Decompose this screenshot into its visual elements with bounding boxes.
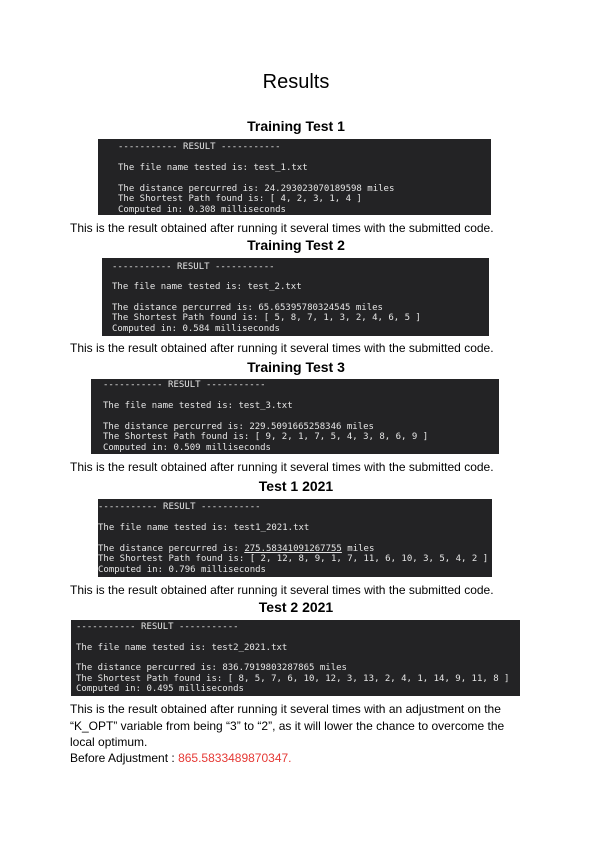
terminal-file-line: The file name tested is: test1_2021.txt (98, 523, 310, 533)
distance-value: 65.65395780324545 (258, 303, 351, 313)
terminal-distance-line: The distance percurred is: 275.583410912… (98, 544, 374, 554)
caption-line: This is the result obtained after runnin… (70, 702, 501, 716)
before-adjustment-label: Before Adjustment : (70, 751, 179, 765)
section-caption-5: This is the result obtained after runnin… (70, 701, 530, 751)
terminal-path-line: The Shortest Path found is: [ 2, 12, 8, … (98, 554, 489, 564)
before-adjustment-value: 865.5833489870347. (178, 751, 292, 765)
terminal-distance-line: The distance percurred is: 229.509166525… (103, 422, 374, 432)
terminal-output-4: ----------- RESULT ----------- The file … (98, 499, 492, 577)
distance-value: 275.58341091267755 (244, 544, 342, 554)
distance-unit: miles (341, 422, 374, 432)
terminal-header: ----------- RESULT ----------- (103, 380, 266, 390)
distance-label: The distance percurred is: (98, 544, 245, 554)
distance-label: The distance percurred is: (103, 422, 250, 432)
section-heading-test-1-2021: Test 1 2021 (258, 478, 334, 494)
terminal-path-line: The Shortest Path found is: [ 9, 2, 1, 7… (103, 432, 429, 442)
distance-unit: miles (361, 184, 395, 194)
terminal-output-1: ----------- RESULT ----------- The file … (98, 139, 491, 215)
page-title: Results (262, 71, 330, 93)
terminal-distance-line: The distance percurred is: 24.2930230701… (118, 184, 394, 194)
caption-line: local optimum. (70, 735, 148, 749)
terminal-time-line: Computed in: 0.308 milliseconds (118, 205, 286, 215)
terminal-file-line: The file name tested is: test_3.txt (103, 401, 293, 411)
terminal-distance-line: The distance percurred is: 65.6539578032… (112, 303, 383, 313)
terminal-path-line: The Shortest Path found is: [ 4, 2, 3, 1… (118, 194, 362, 204)
section-caption-2: This is the result obtained after runnin… (70, 341, 494, 355)
terminal-output-2: ----------- RESULT ----------- The file … (102, 258, 489, 336)
terminal-file-line: The file name tested is: test_2.txt (112, 282, 302, 292)
terminal-header: ----------- RESULT ----------- (98, 502, 261, 512)
distance-value: 836.7919803287865 (222, 663, 315, 673)
terminal-time-line: Computed in: 0.796 milliseconds (98, 565, 266, 575)
terminal-header: ----------- RESULT ----------- (118, 142, 281, 152)
distance-label: The distance percurred is: (112, 303, 259, 313)
terminal-time-line: Computed in: 0.495 milliseconds (76, 684, 244, 694)
terminal-header: ----------- RESULT ----------- (76, 622, 239, 632)
distance-label: The distance percurred is: (118, 184, 265, 194)
terminal-output-5: ----------- RESULT ----------- The file … (71, 620, 520, 696)
terminal-file-line: The file name tested is: test_1.txt (118, 163, 308, 173)
before-adjustment-line: Before Adjustment : 865.5833489870347. (70, 750, 530, 767)
terminal-time-line: Computed in: 0.584 milliseconds (112, 324, 280, 334)
section-caption-4: This is the result obtained after runnin… (70, 583, 494, 597)
terminal-distance-line: The distance percurred is: 836.791980328… (76, 663, 347, 673)
terminal-path-line: The Shortest Path found is: [ 8, 5, 7, 6… (76, 674, 510, 684)
distance-unit: miles (341, 544, 375, 554)
section-heading-training-test-1: Training Test 1 (247, 118, 345, 134)
terminal-output-3: ----------- RESULT ----------- The file … (91, 379, 499, 454)
terminal-header: ----------- RESULT ----------- (112, 262, 275, 272)
section-heading-training-test-3: Training Test 3 (247, 359, 345, 375)
terminal-time-line: Computed in: 0.509 milliseconds (103, 443, 271, 453)
section-heading-training-test-2: Training Test 2 (247, 237, 345, 253)
distance-value: 24.293023070189598 (264, 184, 362, 194)
caption-line: “K_OPT” variable from being “3” to “2”, … (70, 718, 505, 733)
distance-unit: miles (314, 663, 347, 673)
section-heading-test-2-2021: Test 2 2021 (258, 599, 334, 615)
distance-label: The distance percurred is: (76, 663, 223, 673)
distance-value: 229.5091665258346 (249, 422, 342, 432)
section-caption-3: This is the result obtained after runnin… (70, 460, 494, 474)
section-caption-1: This is the result obtained after runnin… (70, 221, 494, 235)
distance-unit: miles (350, 303, 383, 313)
terminal-path-line: The Shortest Path found is: [ 5, 8, 7, 1… (112, 313, 421, 323)
terminal-file-line: The file name tested is: test2_2021.txt (76, 643, 288, 653)
